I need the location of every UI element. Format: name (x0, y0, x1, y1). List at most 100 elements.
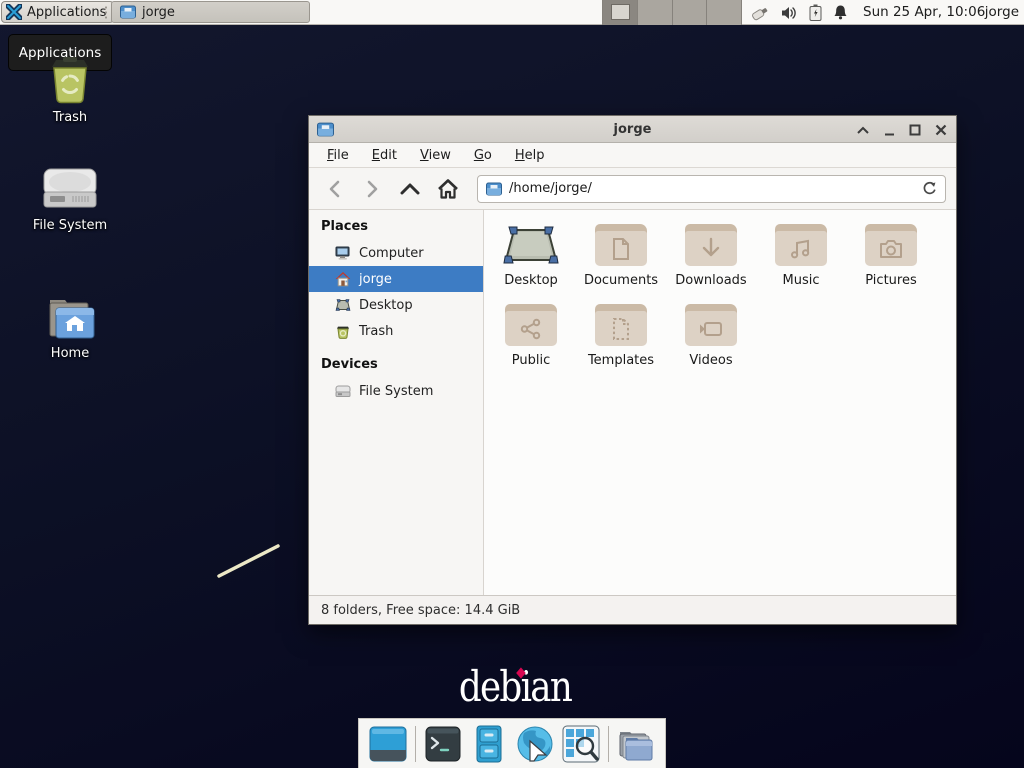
sidebar-item-trash[interactable]: Trash (309, 318, 483, 344)
statusbar: 8 folders, Free space: 14.4 GiB (309, 595, 956, 624)
download-arrow-icon (685, 231, 737, 266)
status-text: 8 folders, Free space: 14.4 GiB (321, 603, 520, 618)
web-browser-launcher[interactable] (516, 725, 554, 763)
shade-button[interactable] (854, 121, 872, 139)
workspace-4[interactable] (707, 0, 742, 25)
workspace-window-thumb (611, 4, 630, 20)
sidebar-header-places: Places (309, 214, 483, 240)
reload-icon[interactable] (922, 181, 937, 196)
notification-bell-icon[interactable] (833, 4, 848, 21)
forward-button[interactable] (357, 174, 387, 204)
location-bar[interactable]: /home/jorge/ (477, 175, 946, 203)
desktop-icon-trash[interactable]: Trash (18, 56, 122, 125)
folder-desktop[interactable]: Desktop (486, 224, 576, 288)
folder-label: Documents (576, 273, 666, 288)
sidebar-item-label: jorge (359, 272, 392, 287)
sidebar-item-filesystem[interactable]: File System (309, 378, 483, 404)
toolbar: /home/jorge/ (309, 168, 956, 210)
trash-icon (335, 323, 351, 339)
share-icon (505, 311, 557, 346)
music-notes-icon (775, 231, 827, 266)
sidebar-item-computer[interactable]: Computer (309, 240, 483, 266)
window-titlebar[interactable]: jorge (309, 116, 956, 143)
desktop-root: { "panel": { "applications_label": "Appl… (0, 0, 1024, 768)
desktop-special-icon (486, 224, 576, 266)
menu-view[interactable]: View (416, 146, 455, 165)
menu-edit[interactable]: Edit (368, 146, 401, 165)
menu-go[interactable]: Go (470, 146, 496, 165)
harddrive-icon (335, 383, 351, 399)
sidebar-item-label: File System (359, 384, 433, 399)
menubar: File Edit View Go Help (309, 143, 956, 168)
sidebar-item-desktop[interactable]: Desktop (309, 292, 483, 318)
document-glyph-icon (595, 231, 647, 266)
home-icon (335, 271, 351, 287)
folder-templates[interactable]: Templates (576, 304, 666, 368)
folder-window-icon (120, 5, 136, 19)
folder-label: Templates (576, 353, 666, 368)
workspace-1[interactable] (602, 0, 638, 25)
workspace-pager[interactable] (602, 0, 742, 25)
home-button[interactable] (433, 174, 463, 204)
camera-icon (865, 231, 917, 266)
workspace-2[interactable] (638, 0, 673, 25)
workspace-3[interactable] (673, 0, 708, 25)
applications-menu-button[interactable]: Applications (1, 1, 114, 23)
removable-device-icon[interactable] (750, 4, 770, 22)
panel-grip[interactable] (104, 5, 108, 20)
directory-menu-launcher[interactable] (617, 725, 655, 763)
terminal-launcher[interactable] (424, 725, 462, 763)
battery-icon[interactable] (809, 4, 822, 21)
trash-icon (18, 56, 122, 104)
folder-videos[interactable]: Videos (666, 304, 756, 368)
panel-clock[interactable]: Sun 25 Apr, 10:06 (863, 0, 985, 25)
bottom-dock (358, 718, 666, 768)
home-folder-icon (18, 294, 122, 340)
folder-documents[interactable]: Documents (576, 224, 666, 288)
taskbar-window-button[interactable]: jorge (111, 1, 310, 23)
app-finder-launcher[interactable] (562, 725, 600, 763)
folder-label: Desktop (486, 273, 576, 288)
folder-downloads[interactable]: Downloads (666, 224, 756, 288)
show-desktop-button[interactable] (369, 725, 407, 763)
menu-file[interactable]: File (323, 146, 353, 165)
up-button[interactable] (395, 174, 425, 204)
folder-music[interactable]: Music (756, 224, 846, 288)
minimize-button[interactable] (880, 121, 898, 139)
sidebar-item-label: Trash (359, 324, 393, 339)
folder-public[interactable]: Public (486, 304, 576, 368)
sidebar-item-label: Desktop (359, 298, 413, 313)
file-manager-launcher[interactable] (470, 725, 508, 763)
top-panel: Applications jorge (0, 0, 1024, 25)
sidebar-header-devices: Devices (309, 352, 483, 378)
back-button[interactable] (319, 174, 349, 204)
desktop-icon-label: Trash (18, 110, 122, 125)
sidebar-item-jorge[interactable]: jorge (309, 266, 483, 292)
harddrive-icon (18, 166, 122, 212)
folder-pictures[interactable]: Pictures (846, 224, 936, 288)
maximize-button[interactable] (906, 121, 924, 139)
desktop-icon-label: File System (18, 218, 122, 233)
close-button[interactable] (932, 121, 950, 139)
video-camera-icon (685, 311, 737, 346)
desktop-icon-filesystem[interactable]: File System (18, 166, 122, 233)
desktop-icon-label: Home (18, 346, 122, 361)
desktop-icon (335, 297, 351, 313)
location-input[interactable]: /home/jorge/ (509, 181, 915, 196)
window-content: Places Computer (309, 210, 956, 595)
folder-label: Music (756, 273, 846, 288)
desktop-icon-home[interactable]: Home (18, 294, 122, 361)
path-folder-icon (486, 182, 502, 196)
panel-user-label[interactable]: jorge (985, 0, 1019, 25)
file-manager-window: jorge File Edit View Go Help (308, 115, 957, 625)
xfce-applications-icon (6, 4, 22, 20)
applications-menu-label: Applications (27, 5, 106, 20)
volume-icon[interactable] (781, 5, 798, 21)
folder-label: Videos (666, 353, 756, 368)
debian-logo-text: debian (459, 662, 571, 711)
template-document-icon (595, 311, 647, 346)
menu-help[interactable]: Help (511, 146, 549, 165)
debian-logo: debian (447, 662, 583, 711)
folder-label: Downloads (666, 273, 756, 288)
sidebar: Places Computer (309, 210, 484, 595)
